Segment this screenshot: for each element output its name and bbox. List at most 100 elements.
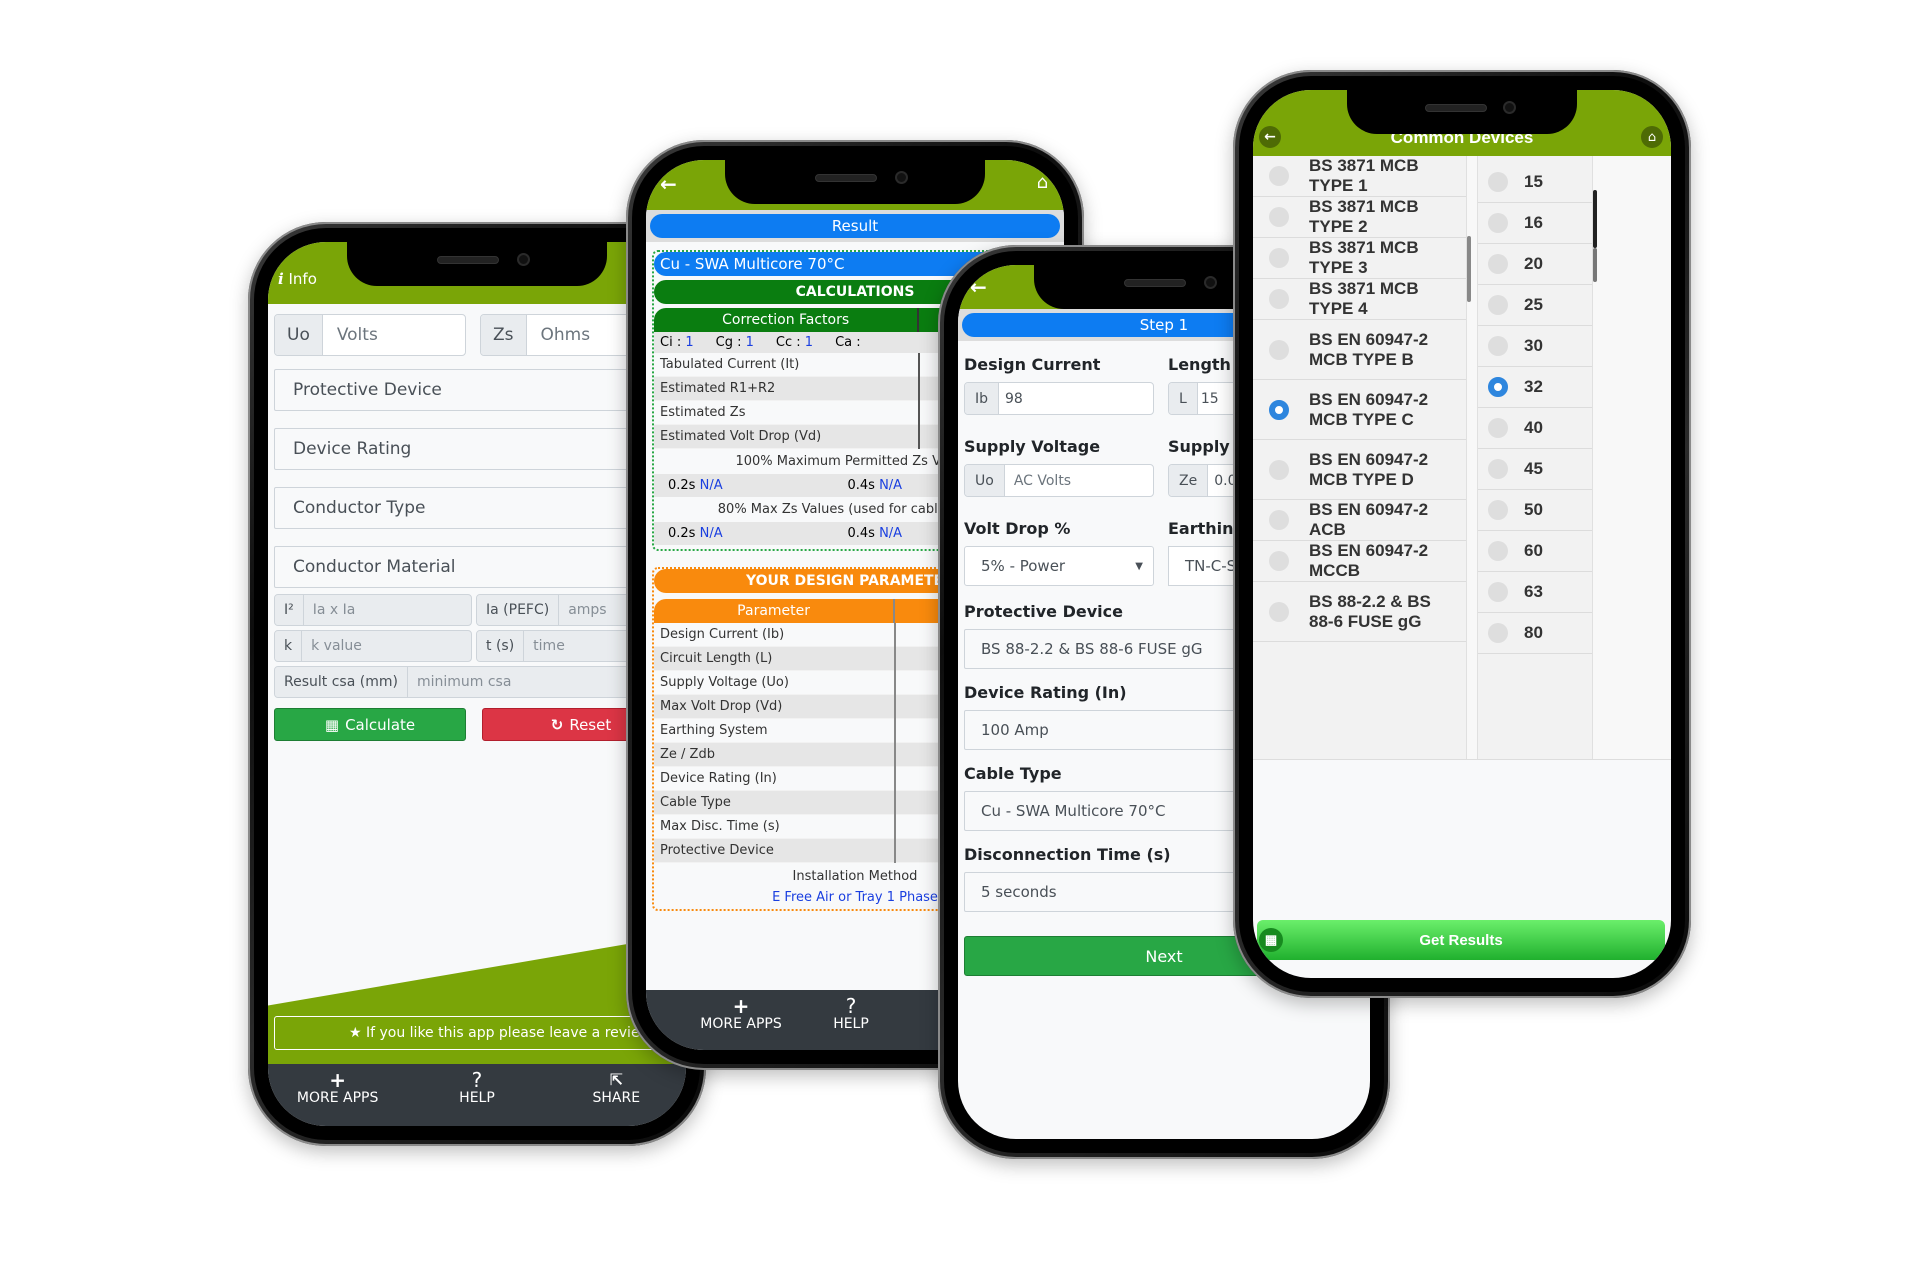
radio-unchecked-icon[interactable]: [1488, 623, 1508, 643]
device-option[interactable]: BS 88-2.2 & BS 88-6 FUSE gG: [1253, 582, 1466, 642]
k-placeholder: k value: [311, 638, 362, 654]
k-input[interactable]: k k value: [274, 630, 472, 662]
rating-option[interactable]: 15: [1478, 162, 1592, 203]
back-arrow-icon[interactable]: ←: [660, 172, 677, 196]
radio-unchecked-icon[interactable]: [1488, 295, 1508, 315]
device-list-scrollbar[interactable]: [1467, 156, 1477, 759]
rating-label: 60: [1524, 541, 1543, 560]
radio-unchecked-icon[interactable]: [1488, 172, 1508, 192]
rating-option[interactable]: 30: [1478, 326, 1592, 367]
review-banner[interactable]: ★ If you like this app please leave a re…: [274, 1016, 686, 1050]
question-icon: ?: [845, 994, 857, 1018]
notch: [1347, 90, 1577, 134]
home-icon[interactable]: ⌂: [1037, 172, 1048, 193]
protective-device-select[interactable]: Protective Device: [274, 369, 680, 411]
radio-unchecked-icon[interactable]: [1269, 551, 1289, 571]
radio-unchecked-icon[interactable]: [1269, 339, 1289, 360]
device-option[interactable]: BS EN 60947-2 MCB TYPE B: [1253, 320, 1466, 380]
calculate-button[interactable]: ▦ Calculate: [274, 708, 466, 741]
rating-list[interactable]: 15 16 20 25 30 32 40 45 50 60 63 80: [1477, 156, 1593, 759]
radio-unchecked-icon[interactable]: [1488, 582, 1508, 602]
home-button[interactable]: ⌂: [1641, 126, 1663, 148]
device-option[interactable]: BS 3871 MCB TYPE 1: [1253, 156, 1466, 197]
result-csa-input[interactable]: Result csa (mm) minimum csa: [274, 666, 680, 698]
earthing-value: TN-C-S: [1185, 557, 1237, 575]
rating-label: 32: [1524, 377, 1543, 396]
device-option[interactable]: BS EN 60947-2 ACB: [1253, 500, 1466, 541]
volt-drop-select[interactable]: 5% - Power ▼: [964, 546, 1154, 586]
uo-placeholder: AC Volts: [1013, 472, 1072, 489]
radio-unchecked-icon[interactable]: [1488, 336, 1508, 356]
radio-unchecked-icon[interactable]: [1269, 289, 1289, 309]
radio-unchecked-icon[interactable]: [1269, 601, 1289, 622]
i2-input[interactable]: I² Ia x Ia: [274, 594, 472, 626]
rating-option[interactable]: 80: [1478, 613, 1592, 654]
refresh-icon: ↻: [550, 715, 564, 734]
design-current-input[interactable]: Ib 98: [964, 382, 1154, 415]
device-option[interactable]: BS EN 60947-2 MCCB: [1253, 541, 1466, 582]
radio-unchecked-icon[interactable]: [1269, 166, 1289, 186]
radio-checked-icon[interactable]: [1269, 399, 1289, 420]
tab-help[interactable]: ? HELP: [422, 1070, 532, 1126]
device-label: BS 3871 MCB TYPE 2: [1309, 197, 1419, 236]
caret-down-icon: ▼: [1135, 560, 1143, 572]
tab-help[interactable]: ? HELP: [796, 996, 906, 1050]
get-results-button[interactable]: ▦ Get Results: [1257, 920, 1665, 960]
param-label: Device Rating (In): [654, 766, 897, 791]
parameter-header: Parameter: [654, 599, 896, 623]
rating-option[interactable]: 20: [1478, 244, 1592, 285]
conductor-material-select[interactable]: Conductor Material: [274, 546, 680, 588]
rating-label: 15: [1524, 172, 1543, 191]
rating-option[interactable]: 45: [1478, 449, 1592, 490]
radio-unchecked-icon[interactable]: [1488, 418, 1508, 438]
radio-unchecked-icon[interactable]: [1488, 541, 1508, 561]
device-list[interactable]: BS 3871 MCB TYPE 1 BS 3871 MCB TYPE 2 BS 3…: [1253, 156, 1467, 759]
rating-option[interactable]: 25: [1478, 285, 1592, 326]
home-icon: ⌂: [1647, 129, 1657, 145]
info-button[interactable]: i Info: [278, 270, 317, 288]
device-label: BS 3871 MCB TYPE 1: [1309, 156, 1419, 195]
radio-unchecked-icon[interactable]: [1488, 500, 1508, 520]
factor-cc: Cc : 1: [775, 335, 814, 350]
correction-factors-header: Correction Factors: [654, 308, 920, 332]
back-arrow-icon[interactable]: ←: [970, 275, 987, 299]
rating-option[interactable]: 60: [1478, 531, 1592, 572]
tab-more-apps[interactable]: + MORE APPS: [686, 996, 796, 1050]
radio-unchecked-icon[interactable]: [1488, 254, 1508, 274]
device-label: BS EN 60947-2 MCCB: [1309, 541, 1429, 580]
device-label: BS EN 60947-2 ACB: [1309, 500, 1429, 539]
rating-label: 45: [1524, 459, 1543, 478]
radio-unchecked-icon[interactable]: [1269, 207, 1289, 227]
rating-list-scrollbar[interactable]: [1593, 156, 1671, 759]
rating-option[interactable]: 32: [1478, 367, 1592, 408]
device-rating-select[interactable]: Device Rating: [274, 428, 680, 470]
rating-option[interactable]: 16: [1478, 203, 1592, 244]
radio-unchecked-icon[interactable]: [1269, 510, 1289, 530]
param-label: Design Current (Ib): [654, 623, 897, 647]
radio-unchecked-icon[interactable]: [1269, 248, 1289, 268]
calc-label: Estimated R1+R2: [654, 376, 921, 401]
radio-unchecked-icon[interactable]: [1488, 213, 1508, 233]
k-addon: k: [275, 631, 303, 661]
rating-label: 40: [1524, 418, 1543, 437]
radio-unchecked-icon[interactable]: [1269, 459, 1289, 480]
device-option[interactable]: BS 3871 MCB TYPE 3: [1253, 238, 1466, 279]
supply-voltage-input[interactable]: Uo AC Volts: [964, 464, 1154, 497]
rating-label: 80: [1524, 623, 1543, 642]
conductor-type-select[interactable]: Conductor Type: [274, 487, 680, 529]
uo-input[interactable]: Uo Volts: [274, 314, 466, 356]
tab-share[interactable]: ⇱ SHARE: [561, 1070, 671, 1126]
app-showcase: i Info Uo Volts Zs Ohms Protective Device …: [0, 0, 1920, 1280]
rating-option[interactable]: 40: [1478, 408, 1592, 449]
device-option[interactable]: BS EN 60947-2 MCB TYPE C: [1253, 380, 1466, 440]
tab-more-apps[interactable]: + MORE APPS: [283, 1070, 393, 1126]
device-option[interactable]: BS 3871 MCB TYPE 4: [1253, 279, 1466, 320]
radio-unchecked-icon[interactable]: [1488, 459, 1508, 479]
rating-option[interactable]: 63: [1478, 572, 1592, 613]
rating-option[interactable]: 50: [1478, 490, 1592, 531]
device-option[interactable]: BS EN 60947-2 MCB TYPE D: [1253, 440, 1466, 500]
device-option[interactable]: BS 3871 MCB TYPE 2: [1253, 197, 1466, 238]
radio-checked-icon[interactable]: [1488, 377, 1508, 397]
question-icon: ?: [471, 1068, 483, 1092]
calculator-icon: ▦: [324, 715, 340, 734]
